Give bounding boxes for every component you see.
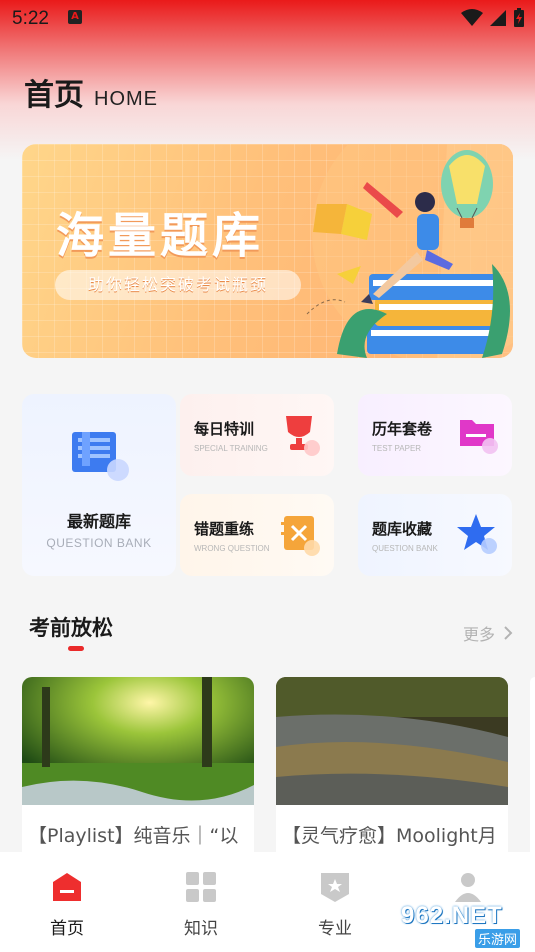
feature-test-paper[interactable]: 历年套卷 TEST PAPER [358,394,512,476]
section-underline [68,646,84,651]
banner-illustration [306,144,513,358]
status-time: 5:22 [12,8,49,29]
feature-daily-training-subtitle: SPECIAL TRAINING [194,444,268,453]
feature-wrong-question-subtitle: WRONG QUESTION [194,544,270,553]
more-link[interactable]: 更多 [463,621,513,645]
feature-latest-bank-title: 最新题库 [66,512,131,531]
relax-section-title: 考前放松 [29,616,113,640]
video-card-partial[interactable] [530,677,535,877]
feature-daily-training-title: 每日特训 [194,420,255,438]
tab-knowledge[interactable]: 知识 [161,870,241,939]
feature-latest-bank[interactable]: 最新题库 QUESTION BANK [22,394,176,576]
banner-title: 海量题库 [56,208,265,264]
home-icon [53,873,81,901]
more-label: 更多 [462,625,495,644]
feature-wrong-question[interactable]: 错题重练 WRONG QUESTION [180,494,334,576]
site-watermark: 962.NET 乐游网 [397,902,529,948]
feature-favorites-subtitle: QUESTION BANK [372,544,438,553]
feature-daily-training[interactable]: 每日特训 SPECIAL TRAINING [180,394,334,476]
tab-major-label: 专业 [318,919,352,939]
feature-test-paper-subtitle: TEST PAPER [372,444,422,453]
page-title: 首页 HOME [24,70,158,114]
watermark-brand: 962.NET [401,902,503,929]
status-bar: 5:22 A [0,0,535,36]
page-title-zh: 首页 [24,78,84,113]
battery-icon [514,8,524,27]
promo-banner[interactable]: 海量题库 助你轻松突破考试瓶颈 [22,144,513,358]
feature-favorites[interactable]: 题库收藏 QUESTION BANK [358,494,512,576]
grid-icon [186,872,216,902]
watermark-sub: 乐游网 [475,929,521,948]
page-title-en: HOME [94,88,158,110]
user-icon [455,873,481,902]
banner-subtitle: 助你轻松突破考试瓶颈 [55,270,301,300]
video-thumbnail [22,677,254,805]
video-caption: 【灵气疗愈】Moolight月 [282,825,497,847]
status-icons [461,8,525,28]
tab-home-label: 首页 [50,919,84,939]
feature-wrong-question-title: 错题重练 [194,520,255,538]
question-bank-icon [72,432,129,481]
star-icon [457,514,497,554]
folder-icon [460,420,498,454]
wifi-icon [461,9,483,26]
signal-icon [490,10,506,26]
tab-major[interactable]: 专业 [295,870,375,939]
chevron-right-icon [504,626,513,640]
notebook-x-icon [281,516,320,556]
feature-favorites-title: 题库收藏 [372,520,433,538]
video-caption: 【Playlist】纯音乐｜“以 [28,825,239,847]
feature-grid: 最新题库 QUESTION BANK 每日特训 SPECIAL TRAINING… [22,394,513,576]
badge-star-icon [321,873,349,902]
tab-knowledge-label: 知识 [184,919,218,939]
trophy-icon [286,416,320,456]
video-card[interactable]: 【灵气疗愈】Moolight月 [276,677,508,877]
feature-test-paper-title: 历年套卷 [372,420,433,438]
notification-icon: A [68,10,82,24]
video-thumbnail [276,677,508,805]
video-card[interactable]: 【Playlist】纯音乐｜“以 [22,677,254,877]
feature-latest-bank-subtitle: QUESTION BANK [46,536,152,550]
tab-home[interactable]: 首页 [27,870,107,939]
